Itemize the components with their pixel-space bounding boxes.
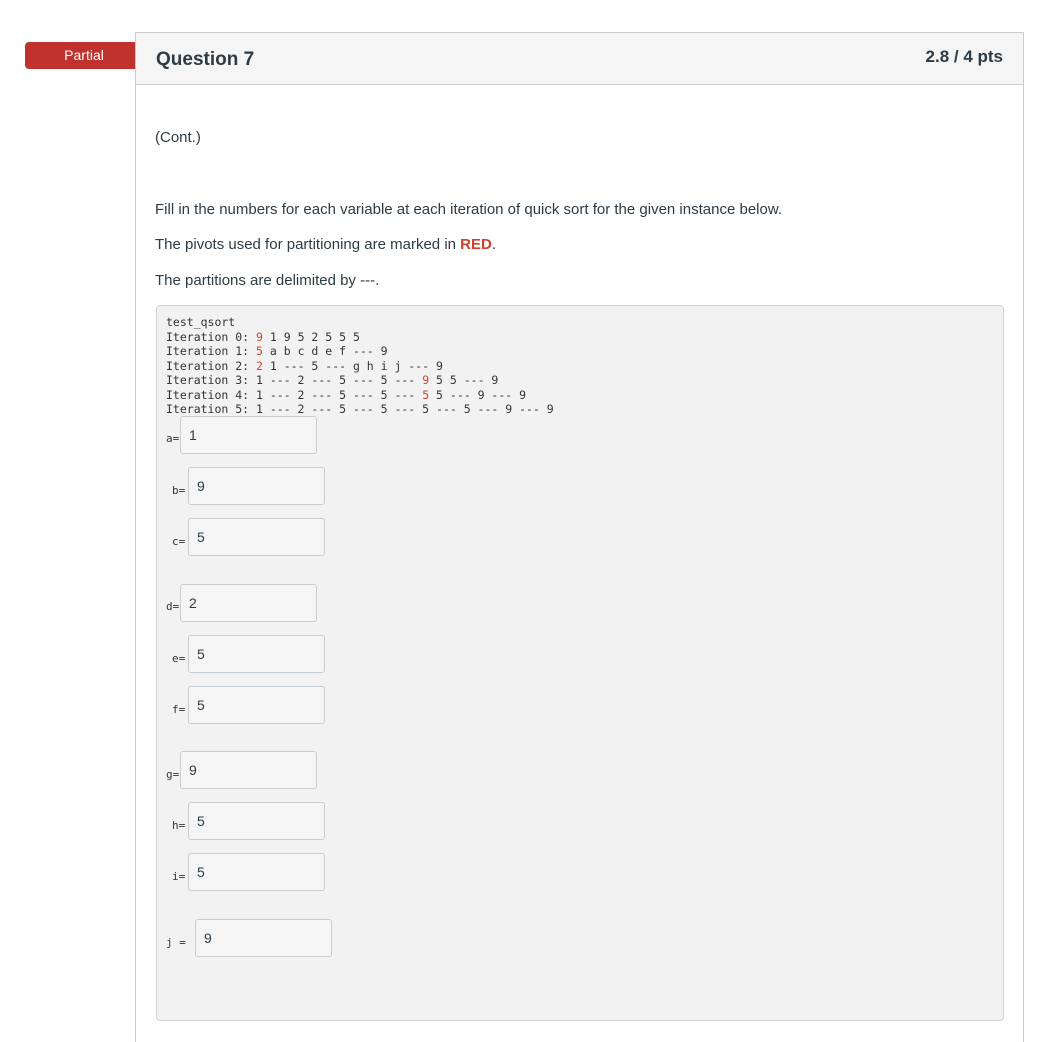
answer-field-j[interactable]: 9 (195, 919, 332, 957)
answer-label-e: e= (172, 652, 186, 665)
trace-line: Iteration 5: 1 --- 2 --- 5 --- 5 --- 5 -… (166, 402, 554, 416)
answer-label-c: c= (172, 535, 186, 548)
qsort-trace: test_qsort Iteration 0: 9 1 9 5 2 5 5 5 … (166, 315, 554, 417)
answer-field-g[interactable]: 9 (180, 751, 317, 789)
answer-label-h: h= (172, 819, 186, 832)
pivot-note-suffix: . (491, 236, 496, 253)
trace-line: Iteration 1: 5 a b c d e f --- 9 (166, 344, 388, 358)
question-header: Question 7 2.8 / 4 pts (136, 33, 1023, 85)
answer-label-j: j = (166, 936, 186, 949)
answer-field-h[interactable]: 5 (188, 802, 325, 840)
answer-label-d: d= (166, 600, 180, 613)
answer-field-b[interactable]: 9 (188, 467, 325, 505)
trace-line: Iteration 2: 2 1 --- 5 --- g h i j --- 9 (166, 358, 443, 373)
answer-label-f: f= (172, 703, 186, 716)
pivot-marker: 5 (256, 344, 263, 358)
trace-line: Iteration 0: 9 1 9 5 2 5 5 5 (166, 329, 360, 344)
answer-label-g: g= (166, 768, 180, 781)
cont-text: (Cont.) (155, 129, 201, 146)
answer-field-e[interactable]: 5 (188, 635, 325, 673)
trace-header: test_qsort (166, 315, 236, 329)
answer-field-f[interactable]: 5 (188, 686, 325, 724)
answer-field-d[interactable]: 2 (180, 584, 317, 622)
pivot-marker: 2 (256, 358, 263, 373)
question-title: Question 7 (156, 49, 255, 70)
answer-field-c[interactable]: 5 (188, 518, 325, 556)
pivot-note: The pivots used for partitioning are mar… (155, 236, 496, 253)
partition-note: The partitions are delimited by ---. (155, 272, 380, 289)
status-badge-label: Partial (64, 47, 104, 63)
answer-field-a[interactable]: 1 (180, 416, 317, 454)
answer-label-i: i= (172, 870, 186, 883)
pivot-note-red: RED (460, 236, 492, 253)
trace-line: Iteration 4: 1 --- 2 --- 5 --- 5 --- 5 5… (166, 387, 527, 402)
pivot-marker: 9 (256, 329, 263, 344)
question-points: 2.8 / 4 pts (925, 47, 1003, 66)
answer-field-i[interactable]: 5 (188, 853, 325, 891)
pivot-note-prefix: The pivots used for partitioning are mar… (155, 236, 461, 253)
answer-label-b: b= (172, 484, 186, 497)
instruction-text: Fill in the numbers for each variable at… (155, 201, 783, 218)
answer-label-a: a= (166, 432, 180, 445)
trace-line: Iteration 3: 1 --- 2 --- 5 --- 5 --- 9 5… (166, 373, 499, 387)
